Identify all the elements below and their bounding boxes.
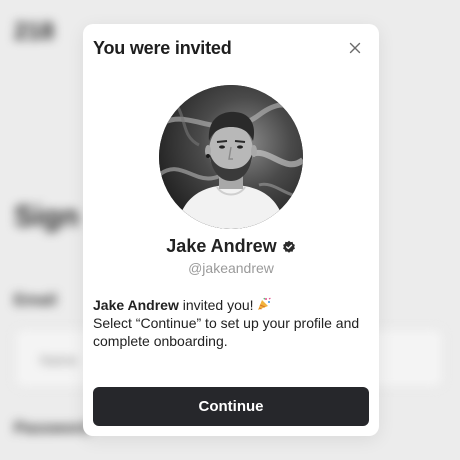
background-top-text: 218 [14,18,55,45]
user-name-row: Jake Andrew [83,236,379,257]
background-field-text: Name [40,352,78,368]
background-label-password: Password [14,420,90,437]
invite-message: Jake Andrew invited you! Select “Continu… [93,296,373,350]
profile-photo [159,85,303,229]
instructions-text: Select “Continue” to set up your profile… [93,315,360,349]
invite-modal: You were invited Jake Andrew @jakeandrew… [83,24,379,436]
close-button[interactable] [347,40,363,56]
modal-title: You were invited [93,38,232,58]
party-popper-icon [257,297,271,310]
inviter-name: Jake Andrew [93,297,179,313]
user-name: Jake Andrew [166,236,277,256]
invited-text: invited you! [182,297,254,313]
continue-button[interactable]: Continue [93,387,369,426]
avatar [159,85,303,229]
verified-badge-icon [282,240,295,253]
background-label-email: Email [14,292,57,309]
background-heading: Sign [14,200,79,233]
user-handle: @jakeandrew [188,260,274,276]
close-icon [349,42,361,54]
